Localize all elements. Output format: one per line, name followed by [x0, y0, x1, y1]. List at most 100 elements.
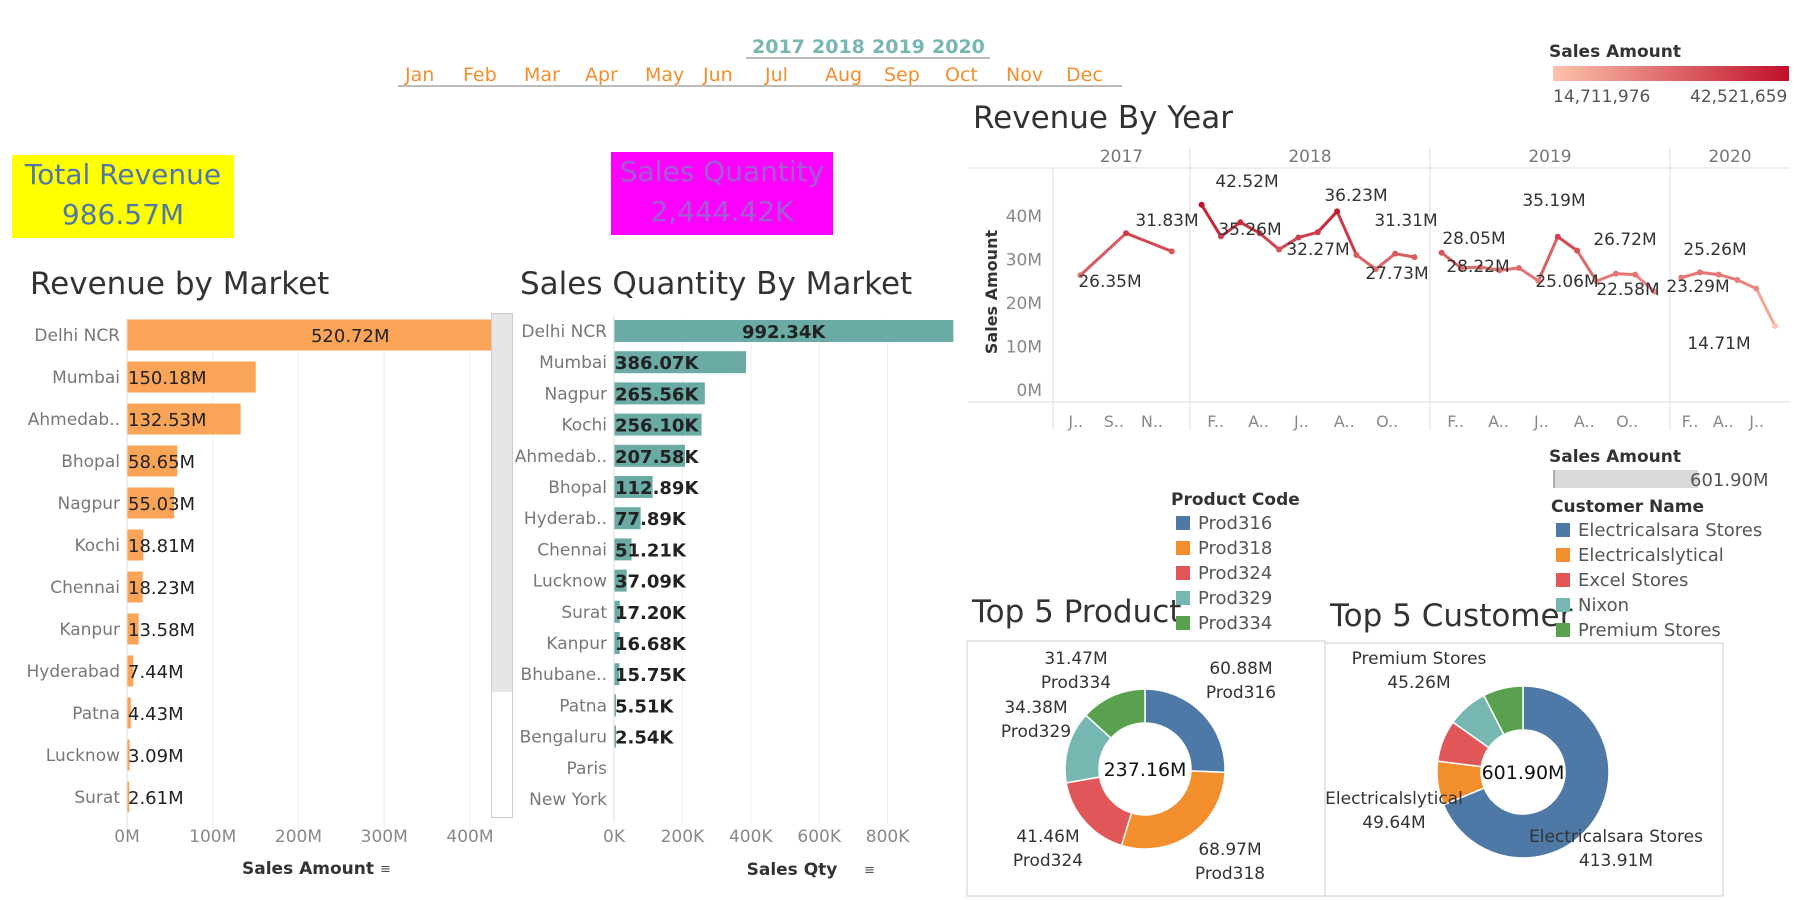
slice-name-label: 45.26M [1387, 673, 1450, 693]
color-legend-min: 14,711,976 [1553, 87, 1651, 107]
line-point[interactable] [1198, 201, 1205, 208]
sales-quantity-value: 2,444.42K [650, 195, 794, 228]
x-tick-label: A.. [1574, 412, 1595, 431]
data-label: 26.35M [1078, 272, 1141, 292]
line-point[interactable] [1734, 276, 1741, 283]
line-point[interactable] [1612, 270, 1619, 277]
x-tick-label: F.. [1447, 412, 1464, 431]
line-point[interactable] [1123, 230, 1130, 237]
y-tick-label: 10M [1006, 337, 1042, 357]
data-label: 16.68K [615, 634, 687, 655]
slice-value-label: Electricalslytical [1325, 789, 1463, 809]
x-tick-label: 400M [446, 827, 493, 847]
top5-customer-title: Top 5 Customer [1330, 598, 1573, 634]
slice-value-label: 34.38M [1004, 698, 1067, 718]
x-tick-label: 100M [189, 827, 236, 847]
data-label: 256.10K [615, 416, 699, 437]
year-filter-2018[interactable]: 2018 [812, 36, 865, 58]
line-point[interactable] [1516, 265, 1523, 272]
line-point[interactable] [1772, 322, 1778, 329]
line-point[interactable] [1574, 247, 1581, 254]
category-label: Surat [561, 603, 607, 623]
category-label: New York [529, 790, 607, 810]
line-point[interactable] [1554, 233, 1561, 240]
x-tick-label: A.. [1334, 412, 1355, 431]
x-tick-label: J.. [1067, 412, 1083, 431]
data-label: 5.51K [615, 696, 674, 717]
month-filter-jun[interactable]: Jun [703, 64, 733, 86]
month-filter-oct[interactable]: Oct [945, 64, 978, 86]
donut-slice[interactable] [1120, 770, 1226, 850]
data-label: 26.72M [1593, 230, 1656, 250]
month-filter-nov[interactable]: Nov [1006, 64, 1043, 86]
data-label: 7.44M [128, 662, 184, 683]
data-label: 58.65M [128, 452, 195, 473]
line-point[interactable] [1697, 269, 1703, 276]
color-legend-ramp [1553, 66, 1789, 81]
line-segment[interactable] [1754, 287, 1777, 328]
customer-legend-item-label: Premium Stores [1578, 620, 1721, 641]
y-tick-label: 40M [1006, 207, 1042, 227]
line-segment[interactable] [1296, 230, 1320, 240]
customer-legend-item-4: Premium Stores [1556, 620, 1721, 641]
customer-legend-item-swatch [1556, 598, 1570, 612]
month-filter-dec[interactable]: Dec [1066, 64, 1103, 86]
line-point[interactable] [1168, 248, 1175, 255]
sort-icon[interactable]: ≡ [380, 862, 391, 877]
x-tick-label: 300M [361, 827, 408, 847]
month-filter-aug[interactable]: Aug [825, 64, 862, 86]
line-point[interactable] [1392, 250, 1399, 257]
category-label: Mumbai [52, 368, 120, 388]
line-segment[interactable] [1124, 231, 1174, 253]
revenue-by-year-chart: 0M 10M 20M 30M 40M Sales Amount 2017 J.. S.. N.. 2… [968, 147, 1790, 431]
x-tick-label: 0K [603, 827, 626, 847]
x-tick-label: F.. [1682, 412, 1699, 431]
category-label: Bengaluru [520, 728, 607, 748]
month-filter-apr[interactable]: Apr [585, 64, 618, 86]
line-point[interactable] [1314, 229, 1321, 236]
data-label: 2.54K [615, 728, 674, 749]
year-filter-2020[interactable]: 2020 [932, 36, 985, 58]
category-label: Ahmedab.. [28, 410, 120, 430]
slice-name-label: 49.64M [1362, 813, 1425, 833]
line-point[interactable] [1438, 249, 1445, 256]
size-legend-title: Sales Amount [1549, 447, 1681, 467]
x-tick-label: 400K [729, 827, 773, 847]
year-header: 2019 [1528, 147, 1571, 167]
line-segment[interactable] [1316, 209, 1339, 234]
x-tick-label: J.. [1533, 412, 1549, 431]
month-filter-mar[interactable]: Mar [524, 64, 560, 86]
line-point[interactable] [1353, 251, 1360, 258]
line-segment[interactable] [1556, 235, 1579, 253]
year-filter-2017[interactable]: 2017 [752, 36, 805, 58]
x-tick-label: O.. [1376, 412, 1398, 431]
category-label: Nagpur [545, 384, 607, 404]
line-segment[interactable] [1736, 278, 1758, 291]
customer-legend-item-3: Nixon [1556, 595, 1629, 616]
month-filter-jan[interactable]: Jan [405, 64, 434, 86]
line-point[interactable] [1632, 271, 1639, 278]
line-point[interactable] [1753, 285, 1760, 292]
category-label: Delhi NCR [521, 322, 607, 342]
category-label: Surat [74, 788, 120, 808]
category-label: Bhopal [61, 452, 120, 472]
line-point[interactable] [1276, 246, 1283, 253]
sort-icon[interactable]: ≡ [864, 863, 875, 878]
data-label: 28.22M [1446, 257, 1509, 277]
month-filter-feb[interactable]: Feb [463, 64, 497, 86]
category-label: Delhi NCR [34, 326, 120, 346]
month-filter-sep[interactable]: Sep [884, 64, 920, 86]
category-label: Lucknow [533, 572, 607, 592]
year-filter-2019[interactable]: 2019 [872, 36, 925, 58]
color-legend-max: 42,521,659 [1690, 87, 1788, 107]
product-legend-item-label: Prod316 [1198, 513, 1273, 534]
month-filter-may[interactable]: May [645, 64, 684, 86]
data-label: 22.58M [1596, 280, 1659, 300]
line-point[interactable] [1411, 254, 1418, 261]
y-tick-label: 20M [1006, 294, 1042, 314]
line-segment[interactable] [1078, 231, 1128, 277]
category-label: Kanpur [546, 634, 607, 654]
month-filter-jul[interactable]: Jul [765, 64, 788, 86]
line-point[interactable] [1334, 208, 1341, 215]
year-header: 2017 [1100, 147, 1143, 167]
